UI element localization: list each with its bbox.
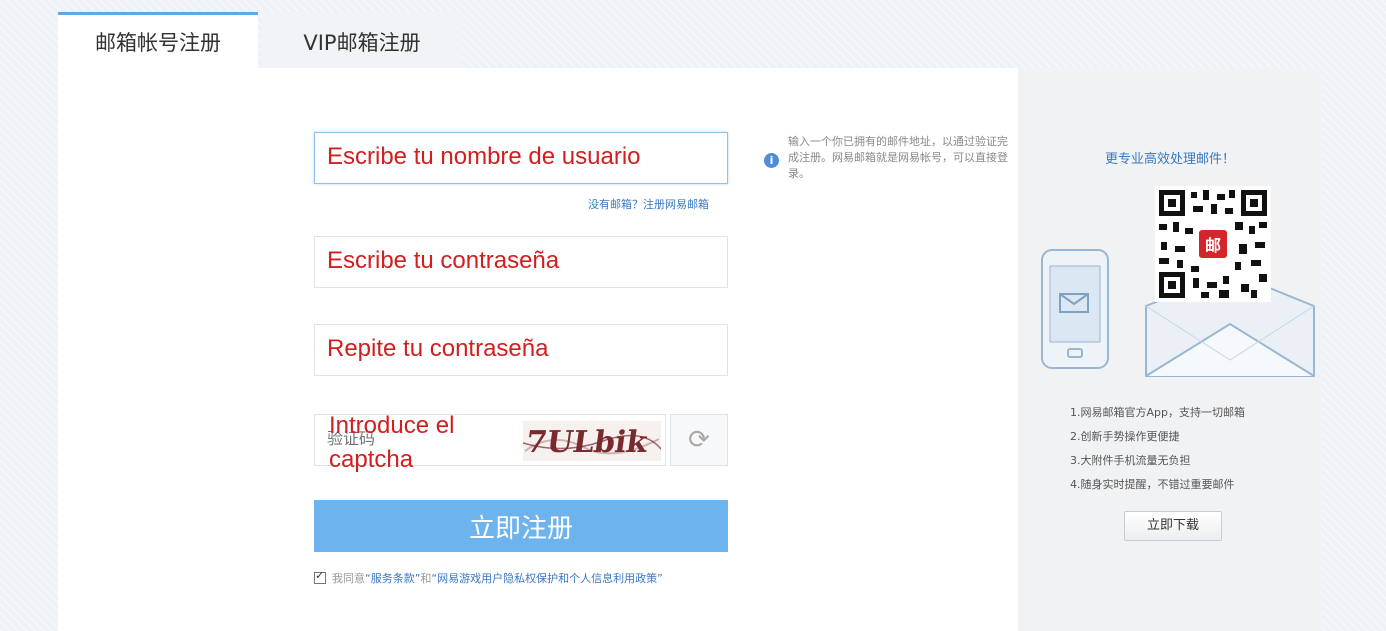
tab-bar: 邮箱帐号注册 VIP邮箱注册 <box>58 12 462 68</box>
qr-badge-text: 邮 <box>1205 236 1221 255</box>
register-submit-button[interactable]: 立即注册 <box>314 500 728 552</box>
confirm-password-input[interactable] <box>315 325 727 375</box>
download-app-button[interactable]: 立即下载 <box>1124 511 1222 541</box>
password-input[interactable] <box>315 237 727 287</box>
confirm-password-field[interactable]: Repite tu contraseña <box>314 324 728 376</box>
password-field[interactable]: Escribe tu contraseña <box>314 236 728 288</box>
register-card: Escribe tu nombre de usuario 没有邮箱？注册网易邮箱… <box>58 68 1322 631</box>
app-promo-panel: 更专业高效处理邮件！ 邮 1.网易邮箱官方App，支持一切邮箱 2.创新手势操作… <box>1018 68 1322 631</box>
username-input[interactable] <box>315 133 727 183</box>
register-netease-link[interactable]: 没有邮箱？注册网易邮箱 <box>588 196 709 212</box>
captcha-image-text: 7ULbik <box>524 425 651 460</box>
captcha-refresh-button[interactable]: ⟳ <box>670 414 728 466</box>
agree-checkbox[interactable] <box>314 569 326 584</box>
feature-list: 1.网易邮箱官方App，支持一切邮箱 2.创新手势操作更便捷 3.大附件手机流量… <box>1070 401 1245 497</box>
qr-code-image: 邮 <box>1155 186 1271 302</box>
tab-vip-register[interactable]: VIP邮箱注册 <box>262 12 462 68</box>
captcha-image: 7ULbik <box>523 421 661 461</box>
agree-and: 和 <box>420 572 432 585</box>
username-field[interactable]: Escribe tu nombre de usuario <box>314 132 728 184</box>
captcha-input[interactable] <box>315 415 515 465</box>
tab-email-register[interactable]: 邮箱帐号注册 <box>58 12 258 68</box>
refresh-icon: ⟳ <box>688 425 710 455</box>
feature-item: 3.大附件手机流量无负担 <box>1070 454 1191 467</box>
promo-title: 更专业高效处理邮件！ <box>1104 152 1235 167</box>
info-text: 输入一个你已拥有的邮件地址，以通过验证完成注册。网易邮箱就是网易帐号，可以直接登… <box>788 135 1008 180</box>
info-icon: i <box>764 153 779 168</box>
captcha-field[interactable]: Introduce el captcha 7ULbik <box>314 412 666 473</box>
feature-item: 4.随身实时提醒，不错过重要邮件 <box>1070 478 1235 491</box>
feature-item: 1.网易邮箱官方App，支持一切邮箱 <box>1070 406 1245 419</box>
feature-item: 2.创新手势操作更便捷 <box>1070 430 1180 443</box>
privacy-policy-link[interactable]: “网易游戏用户隐私权保护和个人信息利用政策” <box>431 570 662 586</box>
terms-link[interactable]: “服务条款” <box>365 570 420 586</box>
register-form: Escribe tu nombre de usuario 没有邮箱？注册网易邮箱… <box>58 68 1018 631</box>
phone-icon <box>1041 249 1109 369</box>
agree-prefix: 我同意 <box>332 572 365 585</box>
agreement-row: 我同意 “服务条款” 和 “网易游戏用户隐私权保护和个人信息利用政策” <box>314 569 663 586</box>
